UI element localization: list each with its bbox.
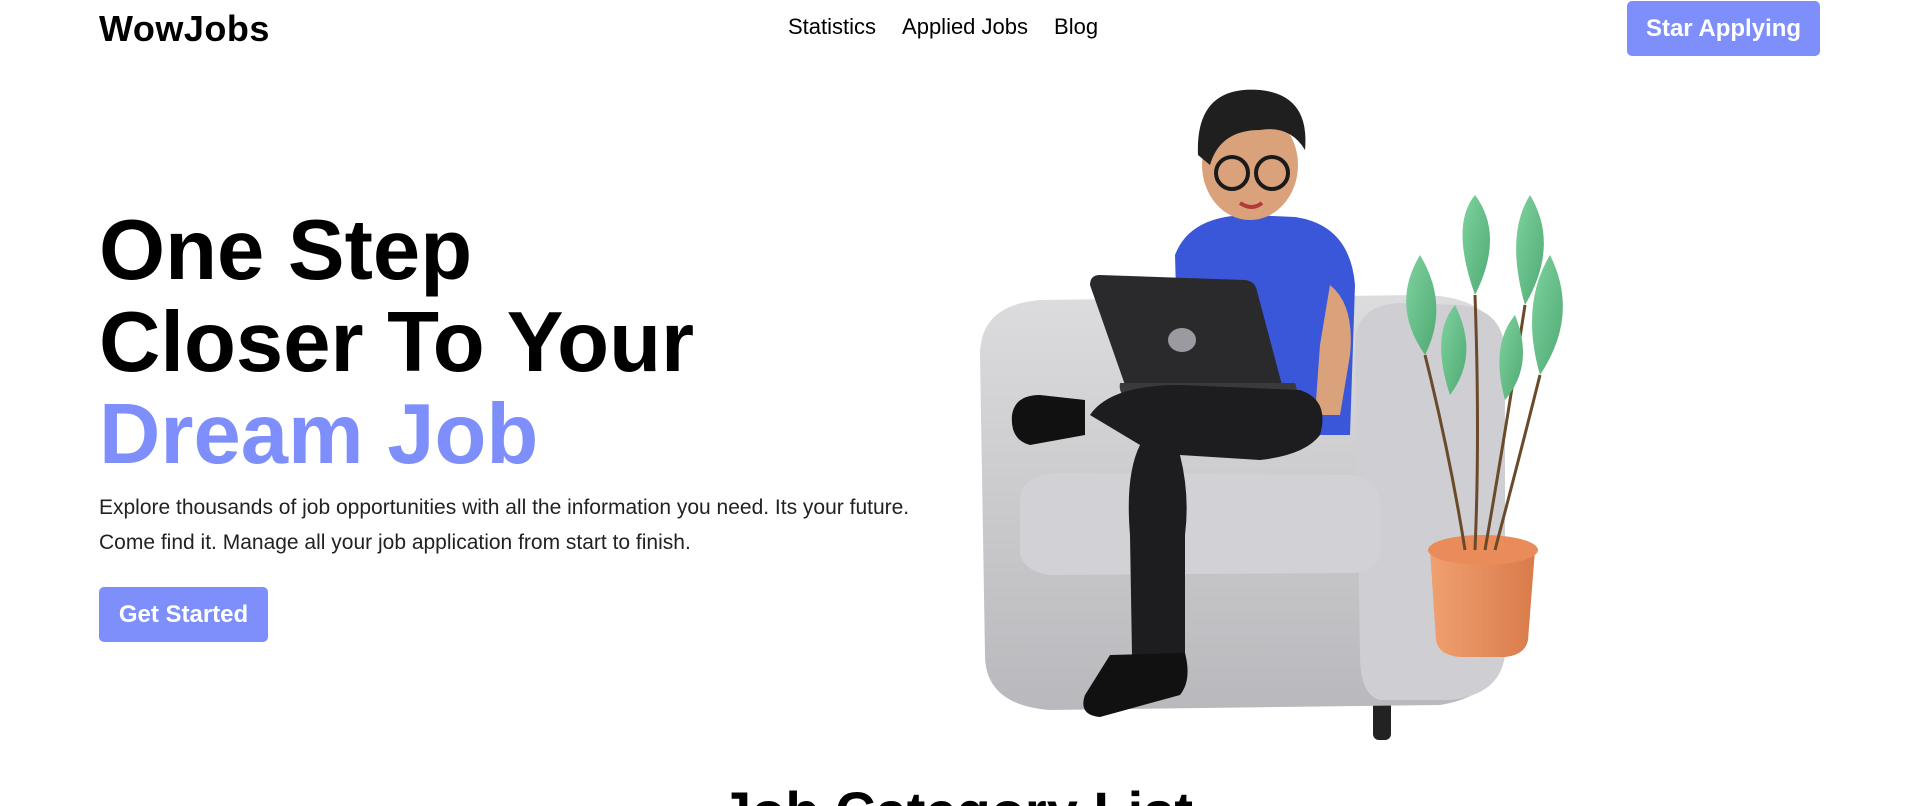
hero-title-line-1: One Step (99, 203, 473, 298)
nav-link-blog[interactable]: Blog (1054, 14, 1098, 40)
hero-title: One Step Closer To Your Dream Job (99, 205, 694, 481)
armchair-cushion (1020, 473, 1380, 575)
plant-pot (1430, 550, 1535, 657)
hero-title-accent: Dream Job (99, 387, 539, 482)
hero-title-line-2: Closer To Your (99, 295, 695, 390)
brand-logo[interactable]: WowJobs (99, 8, 270, 50)
start-applying-button[interactable]: Star Applying (1627, 1, 1820, 56)
nav-link-applied-jobs[interactable]: Applied Jobs (902, 14, 1028, 40)
hero-description: Explore thousands of job opportunities w… (99, 496, 910, 554)
laptop-logo (1168, 328, 1196, 352)
hero-illustration (980, 89, 1563, 740)
section-title: Job Category List (0, 782, 1913, 806)
nav-link-statistics[interactable]: Statistics (788, 14, 876, 40)
plant-pot-rim (1428, 535, 1538, 565)
main-nav: Statistics Applied Jobs Blog (788, 14, 1098, 40)
get-started-button[interactable]: Get Started (99, 587, 268, 642)
page: WowJobs Statistics Applied Jobs Blog Sta… (0, 0, 1913, 806)
